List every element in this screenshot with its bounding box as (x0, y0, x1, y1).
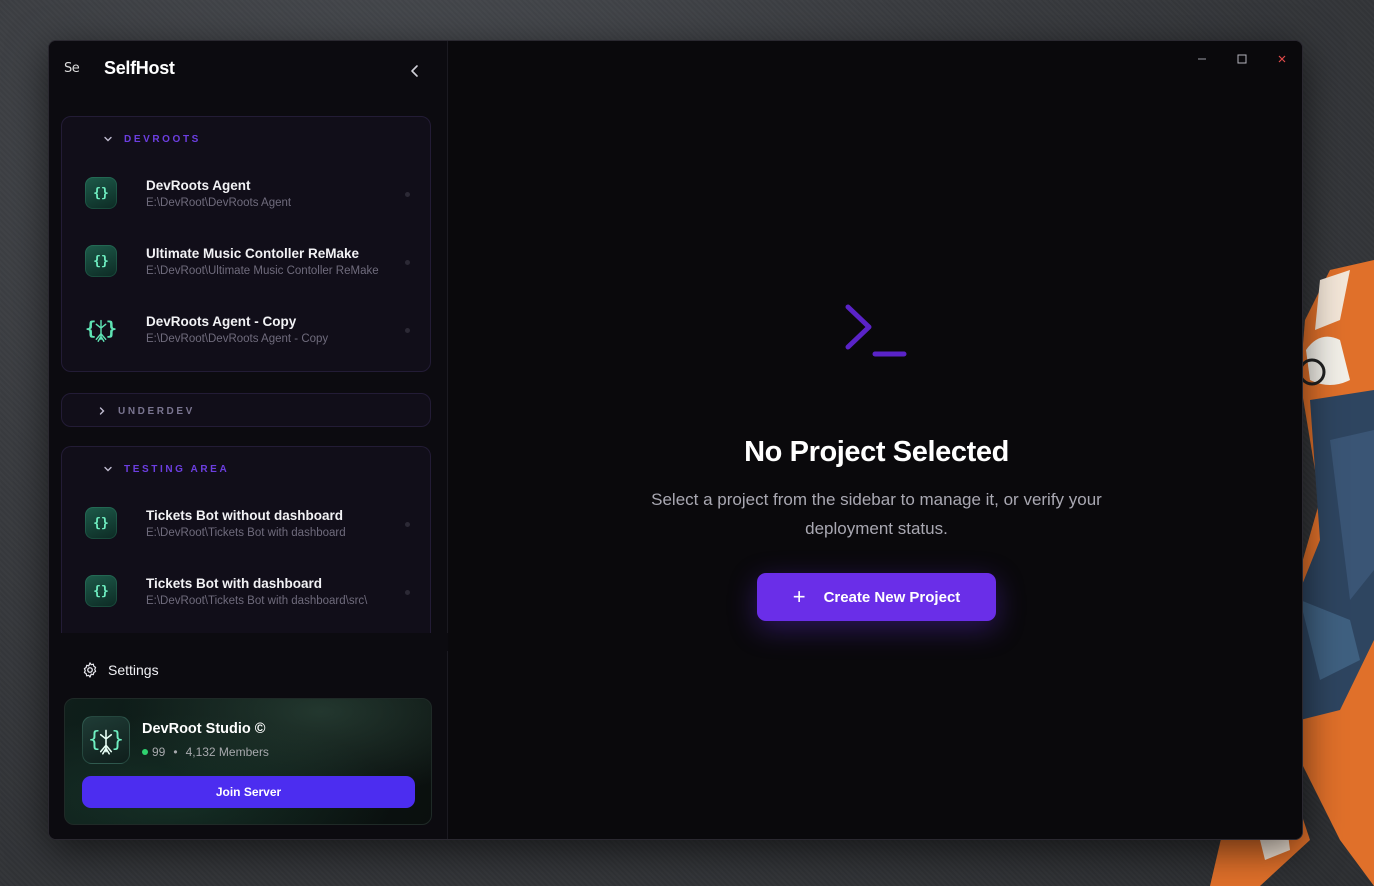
online-indicator (142, 749, 148, 755)
chevron-down-icon (104, 136, 112, 142)
svg-text:}: } (106, 319, 117, 340)
close-button[interactable] (1262, 49, 1302, 69)
meta-separator: • (173, 745, 178, 759)
project-name: Tickets Bot with dashboard (146, 576, 323, 591)
chevron-down-icon (104, 466, 112, 472)
project-name: Tickets Bot without dashboard (146, 508, 344, 523)
braces-icon: {} (85, 507, 117, 539)
project-path: E:\DevRoot\Tickets Bot with dashboard\sr… (146, 595, 368, 607)
project-item[interactable]: {} Tickets Bot with dashboard E:\DevRoot… (62, 562, 430, 622)
group-header-testing-area[interactable]: TESTING AREA (102, 463, 229, 475)
svg-text:}: } (111, 726, 124, 751)
status-dot (405, 522, 410, 527)
scroll-fade (49, 633, 448, 651)
create-button-label: Create New Project (823, 588, 961, 606)
brand: Se SelfHost (64, 57, 175, 79)
plus-icon: + (792, 584, 806, 609)
project-path: E:\DevRoot\Ultimate Music Contoller ReMa… (146, 265, 379, 277)
create-new-project-button[interactable]: + Create New Project (757, 573, 996, 621)
group-title: UNDERDEV (118, 405, 195, 417)
project-item[interactable]: {} DevRoots Agent - Copy E:\DevRoot\DevR… (62, 300, 430, 360)
project-name: Ultimate Music Contoller ReMake (146, 246, 360, 261)
app-logo: Se (64, 60, 80, 76)
svg-text:{: { (85, 319, 96, 340)
devroot-tree-icon: {} (82, 716, 130, 764)
devroot-tree-icon: {} (85, 313, 117, 345)
minimize-button[interactable] (1182, 49, 1222, 69)
settings-label: Settings (108, 662, 159, 678)
project-name: DevRoots Agent (146, 178, 251, 193)
group-header-devroots[interactable]: DEVROOTS (102, 133, 201, 145)
status-dot (405, 260, 410, 265)
join-server-button[interactable]: Join Server (82, 776, 415, 808)
server-meta: 99 • 4,132 Members (142, 745, 269, 759)
maximize-icon (1237, 54, 1247, 64)
app-window: Se SelfHost DEVROOTS {} DevRoots Agent E… (48, 40, 1303, 840)
chevron-right-icon (99, 407, 105, 415)
collapse-sidebar-button[interactable] (407, 63, 423, 79)
group-testing-area: TESTING AREA {} Tickets Bot without dash… (61, 446, 431, 646)
svg-text:{: { (88, 726, 101, 751)
braces-icon: {} (85, 575, 117, 607)
project-path: E:\DevRoot\DevRoots Agent (146, 197, 292, 209)
project-path: E:\DevRoot\DevRoots Agent - Copy (146, 333, 329, 345)
settings-link[interactable]: Settings (81, 661, 159, 679)
project-name: DevRoots Agent - Copy (146, 314, 297, 329)
status-dot (405, 192, 410, 197)
braces-icon: {} (85, 245, 117, 277)
empty-state-title: No Project Selected (744, 436, 1009, 468)
member-count: 4,132 Members (185, 745, 269, 759)
server-card: {} DevRoot Studio © 99 • 4,132 Members J… (64, 698, 432, 825)
sidebar: Se SelfHost DEVROOTS {} DevRoots Agent E… (49, 41, 448, 839)
online-count: 99 (152, 745, 166, 759)
maximize-button[interactable] (1222, 49, 1262, 69)
close-icon (1278, 55, 1286, 63)
project-item[interactable]: {} Ultimate Music Contoller ReMake E:\De… (62, 232, 430, 292)
group-devroots: DEVROOTS {} DevRoots Agent E:\DevRoot\De… (61, 116, 431, 372)
app-title: SelfHost (104, 57, 175, 78)
status-dot (405, 328, 410, 333)
group-title: DEVROOTS (124, 133, 201, 145)
terminal-icon (845, 304, 907, 357)
group-underdev[interactable]: UNDERDEV (61, 393, 431, 427)
status-dot (405, 590, 410, 595)
braces-icon: {} (85, 177, 117, 209)
chevron-left-icon (411, 65, 418, 77)
project-item[interactable]: {} Tickets Bot without dashboard E:\DevR… (62, 494, 430, 554)
empty-state-description: Select a project from the sidebar to man… (651, 490, 1102, 538)
main-panel: No Project Selected Select a project fro… (449, 41, 1302, 839)
project-path: E:\DevRoot\Tickets Bot with dashboard (146, 527, 346, 539)
group-header-underdev[interactable]: UNDERDEV (96, 405, 195, 417)
server-name: DevRoot Studio © (142, 721, 266, 737)
window-controls (1182, 49, 1302, 69)
minimize-icon (1198, 58, 1206, 60)
project-item[interactable]: {} DevRoots Agent E:\DevRoot\DevRoots Ag… (62, 164, 430, 224)
group-title: TESTING AREA (124, 463, 230, 475)
gear-icon (83, 662, 97, 678)
